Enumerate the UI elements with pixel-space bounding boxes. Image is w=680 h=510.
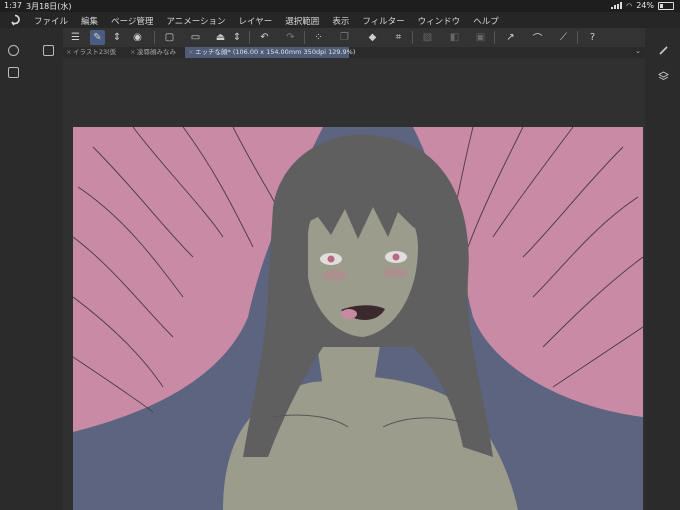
open-folder-icon[interactable]: ▭	[188, 30, 203, 45]
clear-selection-icon[interactable]: ⁘	[311, 30, 326, 45]
close-tab-icon[interactable]: ×	[66, 47, 71, 58]
ruler-pen-icon[interactable]: ↗	[503, 30, 518, 45]
wifi-icon: ◠	[626, 1, 633, 10]
battery-icon	[658, 1, 674, 10]
document-tabs: × イラスト23(仮 × 凌辱顔みなみ × エッチな顔* (106.00 x 1…	[63, 47, 645, 58]
redo-icon[interactable]: ↷	[283, 30, 298, 45]
pen-tool-icon[interactable]: ✎	[90, 30, 105, 45]
invert-selection-icon[interactable]: ◧	[447, 30, 462, 45]
status-bar: 1:37 3月18日(水) ◠ 24%	[0, 0, 680, 12]
menu-file[interactable]: ファイル	[34, 15, 68, 27]
menu-items: ファイル 編集 ページ管理 アニメーション レイヤー 選択範囲 表示 フィルター…	[34, 15, 512, 27]
chevron-down-icon[interactable]: ⌄	[635, 47, 641, 55]
signal-icon	[611, 2, 623, 9]
tab-minami[interactable]: × 凌辱顔みなみ	[127, 47, 185, 58]
menu-view[interactable]: 表示	[332, 15, 349, 27]
menu-animation[interactable]: アニメーション	[166, 15, 225, 27]
tab-label: エッチな顔* (106.00 x 154.00mm 350dpi 129.9%)	[195, 48, 356, 56]
status-right: ◠ 24%	[611, 1, 674, 10]
crop-icon[interactable]: ⌗	[391, 30, 406, 45]
save-stepper-icon[interactable]: ⇕	[233, 30, 241, 45]
save-icon[interactable]: ⏏	[213, 30, 228, 45]
undo-icon[interactable]: ↶	[257, 30, 272, 45]
tab-label: 凌辱顔みなみ	[137, 48, 176, 56]
help-icon[interactable]: ?	[585, 30, 600, 45]
left-blush	[323, 270, 347, 280]
tab-label: イラスト23(仮	[73, 48, 117, 56]
pen-icon[interactable]	[658, 45, 669, 56]
menu-edit[interactable]: 編集	[81, 15, 98, 27]
menu-page[interactable]: ページ管理	[111, 15, 153, 27]
fill-icon[interactable]: ◆	[365, 30, 380, 45]
tab-current[interactable]: × エッチな顔* (106.00 x 154.00mm 350dpi 129.9…	[185, 47, 355, 58]
sub-tool-icon[interactable]	[8, 45, 19, 56]
menu-layer[interactable]: レイヤー	[239, 15, 273, 27]
brush-snap-icon[interactable]: ⌒	[530, 30, 545, 45]
tool-property-icon[interactable]	[8, 67, 19, 78]
copy-icon[interactable]: ❐	[337, 30, 352, 45]
tongue	[341, 309, 357, 319]
material-folder-icon[interactable]	[43, 45, 54, 56]
left-heart-pupil-icon	[327, 255, 335, 263]
drawing-canvas[interactable]	[73, 127, 643, 510]
new-file-icon[interactable]: ▢	[162, 30, 177, 45]
tab-illust23[interactable]: × イラスト23(仮	[63, 47, 125, 58]
menu-window[interactable]: ウィンドウ	[418, 15, 461, 27]
layers-icon[interactable]	[658, 71, 669, 82]
menu-selection[interactable]: 選択範囲	[285, 15, 319, 27]
right-blush	[383, 268, 407, 278]
left-sidebar	[0, 28, 63, 510]
menu-filter[interactable]: フィルター	[362, 15, 404, 27]
menu-help[interactable]: ヘルプ	[473, 15, 499, 27]
tool-stepper-icon[interactable]: ⇕	[113, 30, 121, 45]
close-tab-icon[interactable]: ×	[188, 47, 193, 58]
layer-preview-icon[interactable]: ◉	[130, 30, 145, 45]
right-heart-pupil-icon	[392, 253, 400, 261]
close-tab-icon[interactable]: ×	[130, 47, 135, 58]
right-sidebar	[645, 28, 680, 510]
status-date: 3月18日(水)	[26, 2, 72, 11]
menu-hamburger-icon[interactable]: ☰	[68, 30, 83, 45]
selection-border-icon[interactable]: ▣	[473, 30, 488, 45]
battery-text: 24%	[636, 1, 654, 10]
line-tool-icon[interactable]: ⟋	[556, 30, 571, 45]
status-time: 1:37	[4, 1, 22, 10]
hide-outside-selection-icon[interactable]: ▨	[420, 30, 435, 45]
app-logo-icon[interactable]	[9, 14, 21, 26]
command-bar: « » « » ☰ ✎ ⇕ ◉ ▢ ▭ ⏏ ⇕ ↶ ↷ ⁘ ❐ ◆ ⌗ ▨ ◧ …	[0, 28, 680, 47]
menu-bar: ファイル 編集 ページ管理 アニメーション レイヤー 選択範囲 表示 フィルター…	[0, 12, 680, 28]
